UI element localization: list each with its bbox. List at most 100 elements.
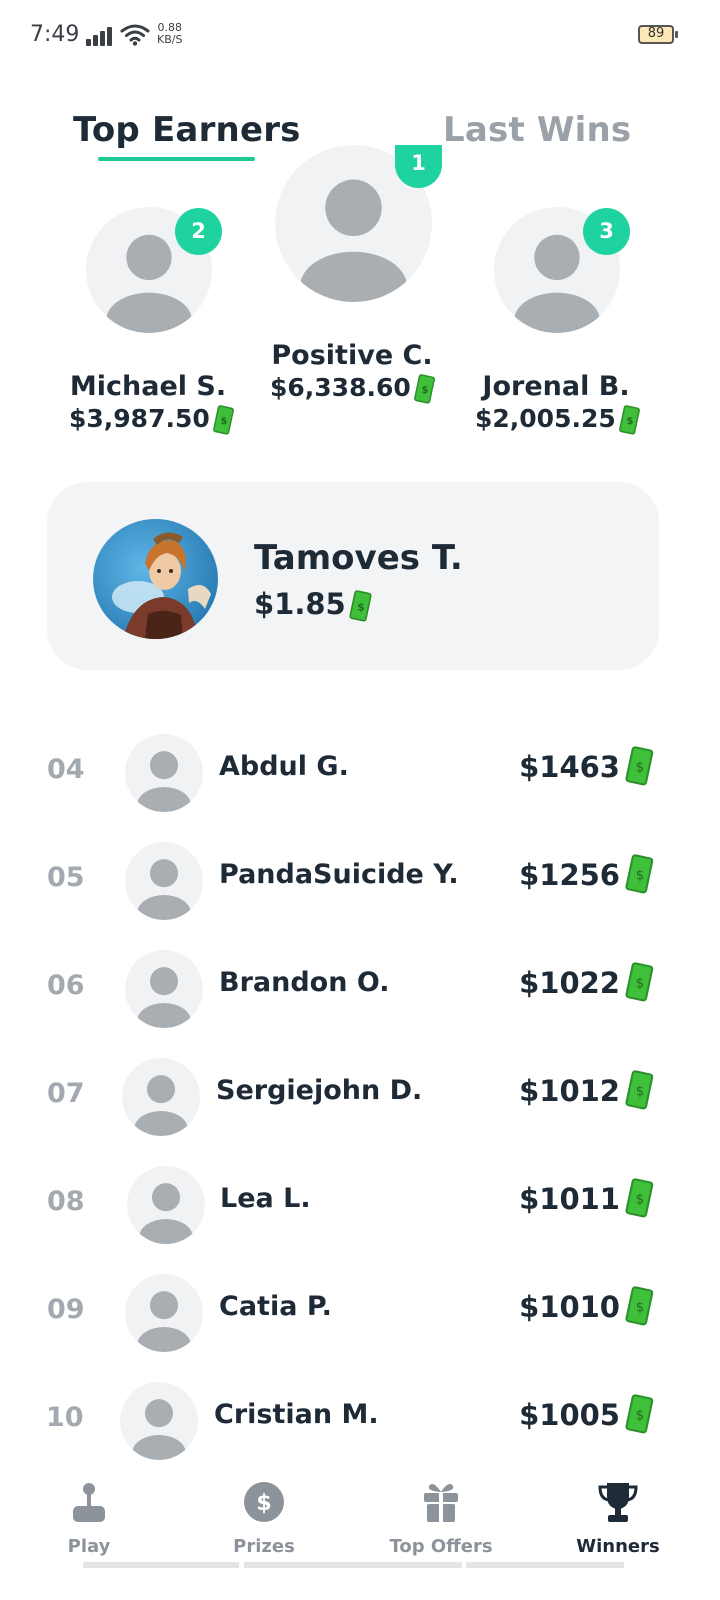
home-indicator-segment xyxy=(244,1562,462,1568)
nav-top-offers-label: Top Offers xyxy=(389,1536,493,1557)
row-name: Sergiejohn D. xyxy=(216,1075,423,1106)
cash-icon: $ xyxy=(625,746,654,786)
cash-icon: $ xyxy=(625,1070,654,1110)
cash-icon: $ xyxy=(625,1394,654,1434)
podium-amount-3: $2,005.25 $ xyxy=(475,404,641,435)
row-amount: $1005 xyxy=(519,1398,620,1432)
network-speed-unit: KB/S xyxy=(157,33,183,46)
podium-amount-3-value: $2,005.25 xyxy=(475,404,616,433)
cash-icon: $ xyxy=(413,374,435,404)
nav-top-offers[interactable]: Top Offers xyxy=(366,1480,516,1557)
row-rank: 06 xyxy=(47,970,85,1001)
tab-last-wins[interactable]: Last Wins xyxy=(443,110,631,150)
row-name: Catia P. xyxy=(219,1291,332,1322)
leaderboard-row[interactable]: 09 Catia P. $1010 $ xyxy=(0,1264,720,1364)
default-avatar-icon xyxy=(137,967,191,1028)
row-name: Cristian M. xyxy=(214,1399,379,1430)
home-indicator-segment xyxy=(466,1562,624,1568)
current-user-avatar xyxy=(93,519,218,639)
leaderboard-row[interactable]: 04 Abdul G. $1463 $ xyxy=(0,724,720,824)
row-name: Abdul G. xyxy=(219,751,349,782)
svg-text:$: $ xyxy=(636,976,644,991)
bottom-nav: Play $ Prizes Top Offers Winners xyxy=(0,1468,720,1600)
nav-winners[interactable]: Winners xyxy=(543,1480,693,1557)
cash-icon: $ xyxy=(625,854,654,894)
leaderboard-row[interactable]: 06 Brandon O. $1022 $ xyxy=(0,940,720,1040)
row-avatar xyxy=(127,1166,205,1244)
svg-text:$: $ xyxy=(626,416,633,427)
svg-text:$: $ xyxy=(256,1491,271,1516)
podium-amount-1-value: $6,338.60 xyxy=(270,373,411,402)
battery-level: 89 xyxy=(647,26,665,41)
default-avatar-icon xyxy=(134,1075,188,1136)
wifi-icon xyxy=(120,24,150,46)
dollar-coin-icon: $ xyxy=(244,1482,284,1522)
default-avatar-icon xyxy=(137,751,191,812)
row-avatar xyxy=(120,1382,198,1460)
default-avatar-icon xyxy=(137,859,191,920)
rank-badge-3: 3 xyxy=(583,208,630,255)
row-amount: $1256 xyxy=(519,858,620,892)
nav-prizes-label: Prizes xyxy=(233,1536,295,1557)
podium-name-3: Jorenal B. xyxy=(482,371,630,402)
row-rank: 05 xyxy=(47,862,85,893)
row-rank: 04 xyxy=(47,754,85,785)
svg-text:$: $ xyxy=(421,385,428,396)
current-user-card[interactable]: Tamoves T. $1.85 $ xyxy=(47,482,659,670)
row-name: Lea L. xyxy=(220,1183,311,1214)
nav-play[interactable]: Play xyxy=(14,1480,164,1557)
row-rank: 10 xyxy=(46,1402,84,1433)
network-speed: 0.88 KB/S xyxy=(157,22,182,46)
battery-icon: 89 xyxy=(638,25,678,44)
joystick-icon xyxy=(73,1483,105,1522)
svg-text:$: $ xyxy=(636,868,644,883)
leaderboard-row[interactable]: 10 Cristian M. $1005 $ xyxy=(0,1372,720,1472)
row-rank: 07 xyxy=(47,1078,85,1109)
current-user-name: Tamoves T. xyxy=(254,538,463,578)
nav-prizes[interactable]: $ Prizes xyxy=(189,1480,339,1557)
default-avatar-icon xyxy=(137,1291,191,1352)
row-rank: 09 xyxy=(47,1294,85,1325)
default-avatar-icon xyxy=(139,1183,193,1244)
row-amount: $1010 xyxy=(519,1290,620,1324)
cash-icon: $ xyxy=(618,405,640,435)
svg-text:$: $ xyxy=(636,1084,644,1099)
active-tab-indicator xyxy=(98,157,255,161)
leaderboard-row[interactable]: 05 PandaSuicide Y. $1256 $ xyxy=(0,832,720,932)
leaderboard-row[interactable]: 08 Lea L. $1011 $ xyxy=(0,1156,720,1256)
cash-icon: $ xyxy=(625,1286,654,1326)
signal-icon xyxy=(86,26,114,46)
rank-badge-2: 2 xyxy=(175,208,222,255)
row-amount: $1022 xyxy=(519,966,620,1000)
podium-amount-2-value: $3,987.50 xyxy=(69,404,210,433)
cash-icon: $ xyxy=(625,962,654,1002)
podium-amount-2: $3,987.50 $ xyxy=(69,404,235,435)
leaderboard-row[interactable]: 07 Sergiejohn D. $1012 $ xyxy=(0,1048,720,1148)
cash-icon: $ xyxy=(212,405,234,435)
row-amount: $1011 xyxy=(519,1182,620,1216)
home-indicator-segment xyxy=(83,1562,239,1568)
row-name: Brandon O. xyxy=(219,967,390,998)
podium-name-2: Michael S. xyxy=(69,371,227,402)
rank-badge-1: 1 xyxy=(395,145,442,188)
cash-icon: $ xyxy=(349,590,372,622)
status-bar: 7:49 0.88 KB/S 89 xyxy=(0,0,720,70)
row-name: PandaSuicide Y. xyxy=(219,859,459,890)
gift-icon xyxy=(424,1484,458,1522)
row-avatar xyxy=(125,842,203,920)
svg-text:$: $ xyxy=(636,1300,644,1315)
svg-text:$: $ xyxy=(636,1408,644,1423)
podium-amount-1: $6,338.60 $ xyxy=(270,373,436,404)
svg-text:$: $ xyxy=(357,600,364,613)
cash-icon: $ xyxy=(625,1178,654,1218)
row-rank: 08 xyxy=(47,1186,85,1217)
current-user-amount: $1.85 $ xyxy=(254,587,373,622)
nav-winners-label: Winners xyxy=(576,1536,660,1557)
row-avatar xyxy=(125,734,203,812)
svg-text:$: $ xyxy=(636,760,644,775)
row-avatar xyxy=(122,1058,200,1136)
current-user-amount-value: $1.85 xyxy=(254,587,346,621)
podium-name-1: Positive C. xyxy=(271,340,433,371)
tab-top-earners[interactable]: Top Earners xyxy=(73,110,301,150)
svg-text:$: $ xyxy=(636,1192,644,1207)
